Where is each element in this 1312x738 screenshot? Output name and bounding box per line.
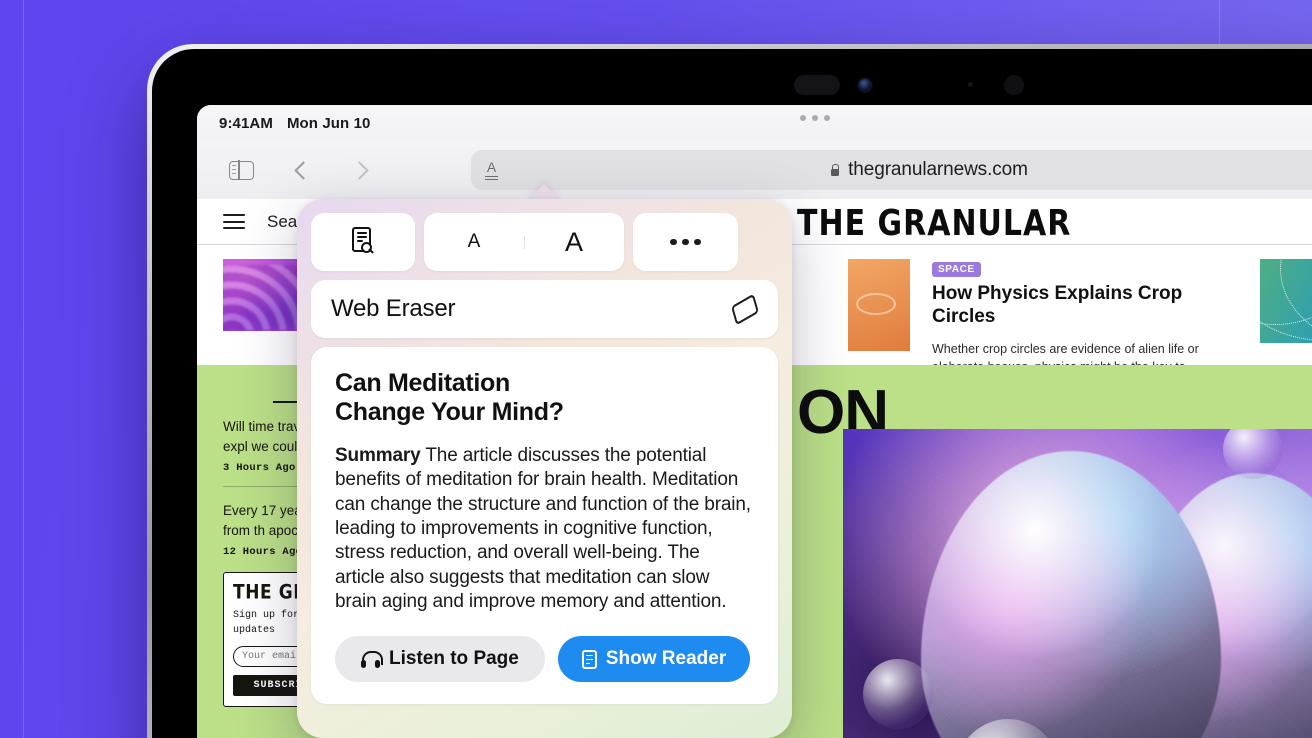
camera-sensor-array [152, 71, 1312, 97]
sidebar-toggle-button[interactable] [219, 152, 263, 188]
summary-body: Summary The article discusses the potent… [335, 444, 754, 614]
hamburger-menu-icon[interactable] [223, 210, 245, 234]
summary-title: Can Meditation Change Your Mind? [335, 369, 754, 426]
status-bar: 9:41AM Mon Jun 10 [197, 105, 1312, 141]
hero-grain-overlay [843, 429, 1312, 738]
forward-button[interactable] [337, 152, 381, 188]
feature-article-title: How Physics Explains Crop Circles [932, 283, 1183, 327]
multitask-dot [823, 115, 830, 121]
backdrop-guide-line [23, 0, 24, 738]
chevron-left-icon [293, 160, 313, 180]
proximity-sensor-dot [1004, 75, 1024, 95]
thumbnail-orange[interactable] [848, 259, 910, 351]
ellipsis-icon [670, 238, 701, 246]
web-eraser-row[interactable]: Web Eraser [311, 280, 778, 338]
page-search-button[interactable] [311, 213, 415, 271]
aa-format-icon: A [486, 159, 497, 176]
sidebar-icon [228, 159, 254, 181]
reader-document-icon [581, 649, 597, 669]
listen-to-page-button[interactable]: Listen to Page [335, 636, 545, 683]
lock-icon [829, 164, 840, 177]
page-search-icon [350, 226, 377, 258]
browser-toolbar: A thegranularnews.com [197, 141, 1312, 199]
url-text: thegranularnews.com [848, 159, 1028, 180]
multitask-dot [799, 115, 806, 121]
ambient-sensor-dot [968, 82, 973, 87]
summary-card: Can Meditation Change Your Mind? Summary… [311, 347, 778, 704]
thumbnail-spiderweb[interactable] [1260, 259, 1312, 343]
back-button[interactable] [281, 152, 325, 188]
web-eraser-label: Web Eraser [331, 295, 456, 322]
popover-arrow [528, 184, 560, 200]
status-badge: SPACE [932, 262, 981, 277]
address-bar[interactable]: A thegranularnews.com [471, 150, 1312, 190]
summary-title-line2: Change Your Mind? [335, 397, 564, 426]
summary-label: Summary [335, 445, 421, 466]
hero-image [843, 429, 1312, 738]
summary-text: The article discusses the potential bene… [335, 445, 751, 612]
front-camera-icon [859, 79, 871, 91]
popover-toolbar: A A [311, 213, 778, 271]
page-settings-popover: A A Web Eraser Can Meditation Change You… [297, 199, 792, 738]
page-settings-button[interactable]: A [485, 160, 498, 180]
speaker-pill [794, 75, 840, 95]
text-smaller-button[interactable]: A [424, 231, 524, 253]
text-smaller-label: A [467, 231, 481, 252]
eraser-icon [731, 293, 759, 325]
show-reader-button[interactable]: Show Reader [557, 636, 751, 683]
feature-article[interactable]: SPACE How Physics Explains Crop Circles … [932, 259, 1242, 392]
more-options-button[interactable] [633, 213, 738, 271]
url-display: thegranularnews.com [498, 159, 1312, 181]
headphones-icon [361, 650, 383, 668]
status-date: Mon Jun 10 [286, 114, 371, 132]
summary-title-line1: Can Meditation [335, 369, 510, 397]
site-masthead: THE GRANULAR [797, 203, 1072, 245]
listen-to-page-label: Listen to Page [389, 648, 519, 670]
text-larger-button[interactable]: A [524, 227, 624, 258]
summary-actions: Listen to Page Show Reader [335, 636, 754, 683]
multitask-dot [811, 115, 818, 121]
text-larger-label: A [564, 226, 583, 257]
chevron-right-icon [349, 160, 369, 180]
text-size-control: A A [424, 213, 624, 271]
status-time: 9:41AM [219, 114, 273, 132]
show-reader-label: Show Reader [605, 648, 727, 670]
